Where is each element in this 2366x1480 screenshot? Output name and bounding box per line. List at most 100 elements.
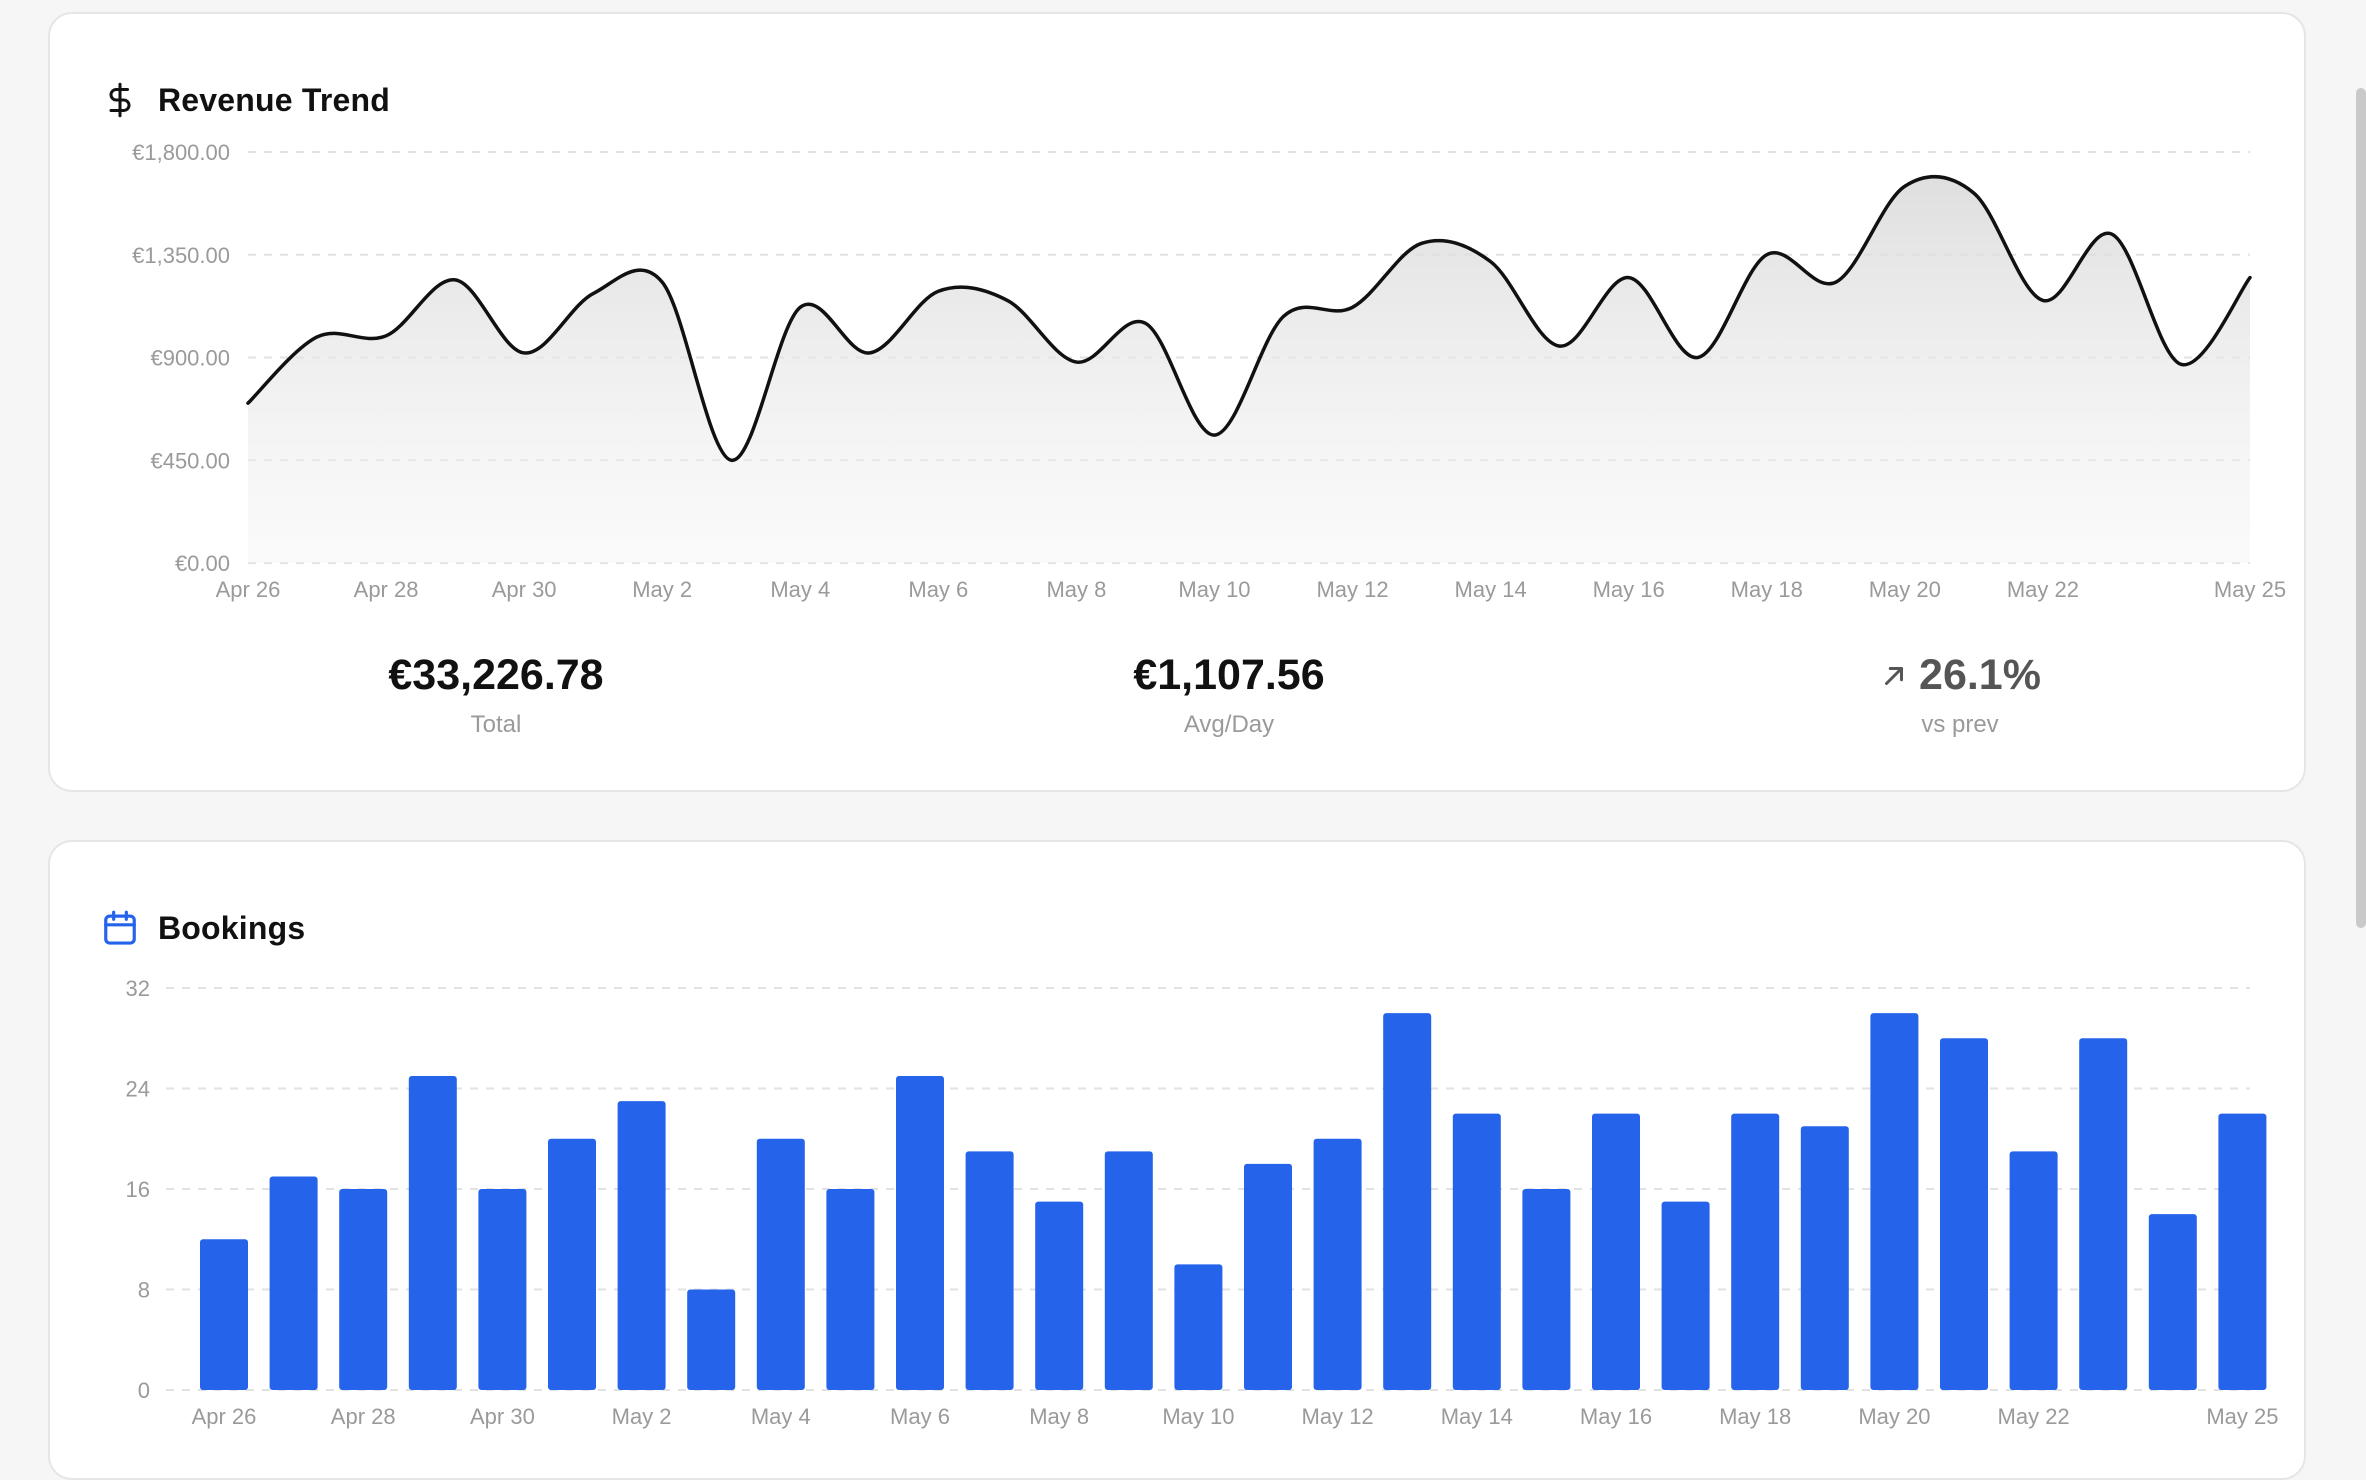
bookings-bar[interactable] [1313,1138,1362,1390]
bookings-bar[interactable] [2009,1151,2058,1390]
bookings-x-tick-label: May 14 [1441,1404,1513,1429]
bookings-card: Bookings 0 8 16 24 32 Apr 26 Apr 28 Apr 30 May 2… [48,840,2306,1480]
bookings-bar[interactable] [1940,1038,1988,1390]
bookings-bar[interactable] [756,1138,805,1390]
revenue-data-point[interactable] [1688,348,1708,368]
revenue-data-point[interactable] [2102,224,2122,244]
bookings-bar[interactable] [1035,1201,1084,1390]
bookings-x-tick-label: May 16 [1580,1404,1652,1429]
bookings-x-tick-label: May 20 [1858,1404,1930,1429]
bookings-bar[interactable] [2148,1214,2197,1390]
bookings-x-tick-label: May 4 [751,1404,811,1429]
bookings-bar[interactable] [548,1138,596,1390]
bookings-bar[interactable] [2079,1038,2128,1390]
revenue-trend-card: Revenue Trend €0.00 €450.00 €900.00 €1,350.… [48,12,2306,792]
stat-vs-prev-label: vs prev [1921,711,1999,738]
bookings-bar[interactable] [1383,1013,1432,1390]
revenue-data-point[interactable] [514,343,534,363]
revenue-data-point[interactable] [307,327,327,347]
revenue-data-point[interactable] [1412,233,1432,253]
revenue-y-tick-label: €900.00 [150,346,230,371]
bookings-x-tick-label: May 10 [1162,1404,1234,1429]
revenue-y-tick-label: €450.00 [150,448,230,473]
revenue-data-point[interactable] [1274,306,1294,326]
bookings-bar[interactable] [339,1189,388,1390]
bookings-bar[interactable] [1731,1113,1780,1390]
stat-avg-day-label: Avg/Day [1183,711,1275,738]
revenue-data-point[interactable] [1895,176,1915,196]
bookings-bar[interactable] [1522,1189,1571,1390]
stat-vs-prev-value: 26.1% [1919,651,2041,699]
revenue-data-point[interactable] [2171,354,2191,374]
revenue-data-point[interactable] [1826,272,1846,292]
bookings-bar[interactable] [1244,1163,1292,1390]
revenue-data-point[interactable] [2033,290,2053,310]
bookings-bar[interactable] [1592,1113,1640,1390]
bookings-bar[interactable] [1452,1113,1501,1390]
revenue-data-point[interactable] [1066,352,1086,372]
bookings-x-tick-label: Apr 30 [470,1404,535,1429]
revenue-x-tick-label: May 4 [770,577,830,602]
stat-total: €33,226.78 Total [246,654,746,739]
revenue-data-point[interactable] [2240,268,2260,288]
bookings-bar[interactable] [408,1075,457,1390]
revenue-data-point[interactable] [445,270,465,290]
bookings-bar[interactable] [2218,1113,2267,1390]
revenue-data-point[interactable] [1619,268,1639,288]
bookings-x-tick-label: May 12 [1302,1404,1374,1429]
revenue-data-point[interactable] [1550,336,1570,356]
bookings-bar[interactable] [269,1176,318,1390]
revenue-data-point[interactable] [652,272,672,292]
revenue-x-tick-label: Apr 28 [354,577,419,602]
bookings-x-tick-label: Apr 26 [192,1404,257,1429]
arrow-up-right-icon [1879,661,1909,691]
revenue-data-point[interactable] [1343,297,1363,317]
scrollbar-thumb[interactable] [2356,88,2366,928]
revenue-data-point[interactable] [1964,183,1984,203]
bookings-x-tick-label: May 22 [1998,1404,2070,1429]
bookings-bar[interactable] [965,1151,1014,1390]
bookings-x-tick-label: Apr 28 [331,1404,396,1429]
revenue-data-point[interactable] [1135,313,1155,333]
revenue-x-tick-label: May 20 [1869,577,1941,602]
revenue-y-tick-label: €1,800.00 [132,140,230,165]
revenue-data-point[interactable] [859,343,879,363]
bookings-bar[interactable] [200,1239,248,1390]
revenue-x-tick-label: May 10 [1178,577,1250,602]
revenue-data-point[interactable] [997,290,1017,310]
revenue-y-tick-label: €0.00 [175,551,230,576]
revenue-data-point[interactable] [376,326,396,346]
bookings-bar[interactable] [1870,1013,1919,1390]
revenue-data-point[interactable] [238,393,258,413]
stat-avg-day-value: €1,107.56 [1133,651,1325,699]
bookings-y-tick-label: 0 [138,1378,150,1403]
bookings-bar[interactable] [1174,1264,1223,1390]
bookings-bar[interactable] [617,1101,666,1390]
revenue-summary-stats: €33,226.78 Total €1,107.56 Avg/Day 26.1%… [50,654,2304,774]
revenue-data-point[interactable] [1757,245,1777,265]
bookings-bar-chart: 0 8 16 24 32 Apr 26 Apr 28 Apr 30 May 2 May 4 May … [126,976,2279,1429]
bookings-bar[interactable] [1104,1151,1153,1390]
revenue-data-point[interactable] [583,284,603,304]
bookings-bar[interactable] [478,1189,527,1390]
bookings-x-tick-label: May 6 [890,1404,950,1429]
revenue-data-point[interactable] [1204,425,1224,445]
revenue-data-point[interactable] [928,281,948,301]
revenue-data-point[interactable] [721,450,741,470]
bookings-bar[interactable] [826,1189,875,1390]
stat-vs-prev: 26.1% vs prev [1710,654,2210,739]
bookings-x-tick-label: May 18 [1719,1404,1791,1429]
revenue-line-chart: €0.00 €450.00 €900.00 €1,350.00 €1,800.00 Apr… [132,140,2286,602]
bookings-bar[interactable] [1661,1201,1710,1390]
bookings-bar[interactable] [896,1075,944,1390]
bookings-y-tick-label: 24 [126,1077,150,1102]
bookings-bar[interactable] [687,1289,736,1391]
stat-avg-day: €1,107.56 Avg/Day [979,654,1479,739]
revenue-x-tick-label: May 25 [2214,577,2286,602]
revenue-data-point[interactable] [1481,252,1501,272]
revenue-y-tick-label: €1,350.00 [132,243,230,268]
stat-total-label: Total [470,711,522,738]
revenue-data-point[interactable] [790,297,810,317]
bookings-bar[interactable] [1800,1126,1849,1390]
revenue-x-tick-label: May 6 [908,577,968,602]
